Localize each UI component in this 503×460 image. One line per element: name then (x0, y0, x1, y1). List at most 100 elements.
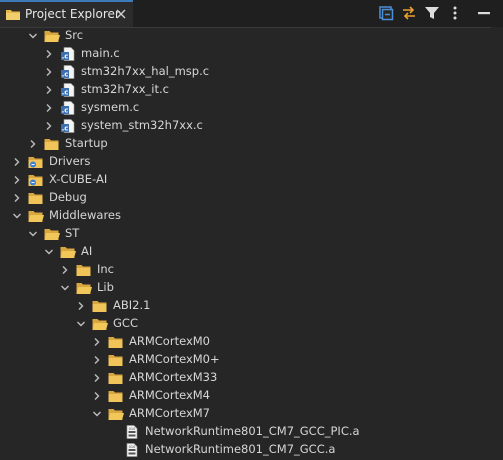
folder-icon (44, 139, 59, 150)
chevron-right-icon[interactable] (12, 175, 22, 185)
c-source-file-icon: .c (61, 119, 75, 133)
tree-item[interactable]: Debug (0, 189, 490, 207)
link-with-editor-icon[interactable] (401, 5, 417, 21)
chevron-down-icon[interactable] (76, 319, 86, 329)
tree-item[interactable]: .c stm32h7xx_hal_msp.c (0, 63, 490, 81)
tree-item[interactable]: GCC (0, 315, 490, 333)
chevron-right-icon[interactable] (12, 193, 22, 203)
chevron-right-icon[interactable] (28, 139, 38, 149)
tree-item-label: ST (65, 226, 80, 240)
tree-item[interactable]: Drivers (0, 153, 490, 171)
close-icon[interactable] (115, 8, 127, 20)
tree-item[interactable]: ARMCortexM7 (0, 405, 490, 423)
view-tab-bar: Project Explorer (0, 0, 503, 28)
chevron-down-icon[interactable] (60, 283, 70, 293)
chevron-right-icon[interactable] (92, 355, 102, 365)
tree-item-label: Src (65, 28, 84, 42)
linked-folder-icon (28, 157, 43, 168)
tree-item[interactable]: ARMCortexM4 (0, 387, 490, 405)
tree-item-label: ARMCortexM4 (129, 388, 210, 402)
chevron-right-icon[interactable] (44, 103, 54, 113)
chevron-down-icon[interactable] (12, 211, 22, 221)
tree-item[interactable]: ABI2.1 (0, 297, 490, 315)
tree-item[interactable]: Lib (0, 279, 490, 297)
view-menu-icon[interactable] (447, 5, 463, 21)
tree-item[interactable]: ST (0, 225, 490, 243)
chevron-right-icon[interactable] (92, 391, 102, 401)
chevron-down-icon[interactable] (92, 409, 102, 419)
archive-file-icon: 010 (126, 443, 138, 457)
tree-item-label: Inc (97, 262, 115, 276)
tree-item[interactable]: Middlewares (0, 207, 490, 225)
tree-item[interactable]: 010 NetworkRuntime801_CM7_GCC_PIC.a (0, 423, 490, 441)
svg-text:.c: .c (62, 107, 69, 115)
tree-item-label: X-CUBE-AI (49, 172, 108, 186)
tree-item[interactable]: .c main.c (0, 45, 490, 63)
tree-item-label: sysmem.c (81, 100, 140, 114)
tab-project-explorer[interactable]: Project Explorer (0, 0, 133, 27)
chevron-right-icon[interactable] (92, 337, 102, 347)
folder-icon (108, 391, 123, 402)
svg-text:.c: .c (62, 89, 69, 97)
chevron-right-icon[interactable] (12, 157, 22, 167)
tree-item-label: ABI2.1 (113, 298, 151, 312)
tree-item[interactable]: AI (0, 243, 490, 261)
tree-item[interactable]: Inc (0, 261, 490, 279)
tree-item-label: Middlewares (49, 208, 121, 222)
project-explorer-icon (6, 10, 20, 20)
chevron-right-icon[interactable] (76, 301, 86, 311)
tree-item[interactable]: Src (0, 27, 490, 45)
vertical-scrollbar[interactable] (491, 27, 503, 460)
tree-item-label: Drivers (49, 154, 91, 168)
tree-item[interactable]: .c system_stm32h7xx.c (0, 117, 490, 135)
tree-item-label: ARMCortexM0 (129, 334, 210, 348)
tree-item-label: ARMCortexM0+ (129, 352, 220, 366)
folder-open-icon (60, 247, 76, 258)
filter-icon[interactable] (424, 5, 440, 21)
c-source-file-icon: .c (61, 83, 75, 97)
chevron-right-icon[interactable] (44, 121, 54, 131)
folder-open-icon (28, 211, 44, 222)
minimize-icon[interactable] (476, 5, 492, 21)
tree-item-label: ARMCortexM33 (129, 370, 218, 384)
tree-item[interactable]: .c stm32h7xx_it.c (0, 81, 490, 99)
folder-icon (108, 355, 123, 366)
tree-item-label: stm32h7xx_hal_msp.c (81, 64, 210, 78)
tree-item[interactable]: ARMCortexM33 (0, 369, 490, 387)
folder-open-icon (92, 319, 108, 330)
tree-item-label: ARMCortexM7 (129, 406, 210, 420)
chevron-right-icon[interactable] (44, 67, 54, 77)
tab-title: Project Explorer (25, 7, 120, 21)
tree-item-label: Debug (49, 190, 87, 204)
linked-folder-icon (28, 175, 43, 186)
chevron-right-icon[interactable] (44, 49, 54, 59)
tree-item-label: NetworkRuntime801_CM7_GCC_PIC.a (145, 424, 360, 438)
svg-text:.c: .c (62, 71, 69, 79)
tree-item-label: system_stm32h7xx.c (81, 118, 203, 132)
archive-file-icon: 010 (126, 425, 138, 439)
chevron-right-icon[interactable] (92, 373, 102, 383)
tree-item[interactable]: .c sysmem.c (0, 99, 490, 117)
folder-open-icon (108, 409, 124, 420)
tree-item[interactable]: Startup (0, 135, 490, 153)
folder-icon (76, 265, 91, 276)
chevron-down-icon[interactable] (44, 247, 54, 257)
tree-item-label: stm32h7xx_it.c (81, 82, 169, 96)
collapse-all-icon[interactable] (378, 5, 394, 21)
chevron-right-icon[interactable] (44, 85, 54, 95)
tree-item[interactable]: ARMCortexM0 (0, 333, 490, 351)
folder-icon (108, 337, 123, 348)
svg-text:010: 010 (129, 445, 136, 449)
tree-item-label: AI (81, 244, 93, 258)
chevron-down-icon[interactable] (28, 31, 38, 41)
chevron-down-icon[interactable] (28, 229, 38, 239)
tree-item-label: GCC (113, 316, 138, 330)
folder-icon (28, 193, 43, 204)
folder-open-icon (76, 283, 92, 294)
tree-item[interactable]: 010 NetworkRuntime801_CM7_GCC.a (0, 441, 490, 459)
tree-item[interactable]: X-CUBE-AI (0, 171, 490, 189)
chevron-right-icon[interactable] (60, 265, 70, 275)
folder-open-icon (44, 229, 60, 240)
tree-item[interactable]: ARMCortexM0+ (0, 351, 490, 369)
tree-item-label: Startup (65, 136, 108, 150)
